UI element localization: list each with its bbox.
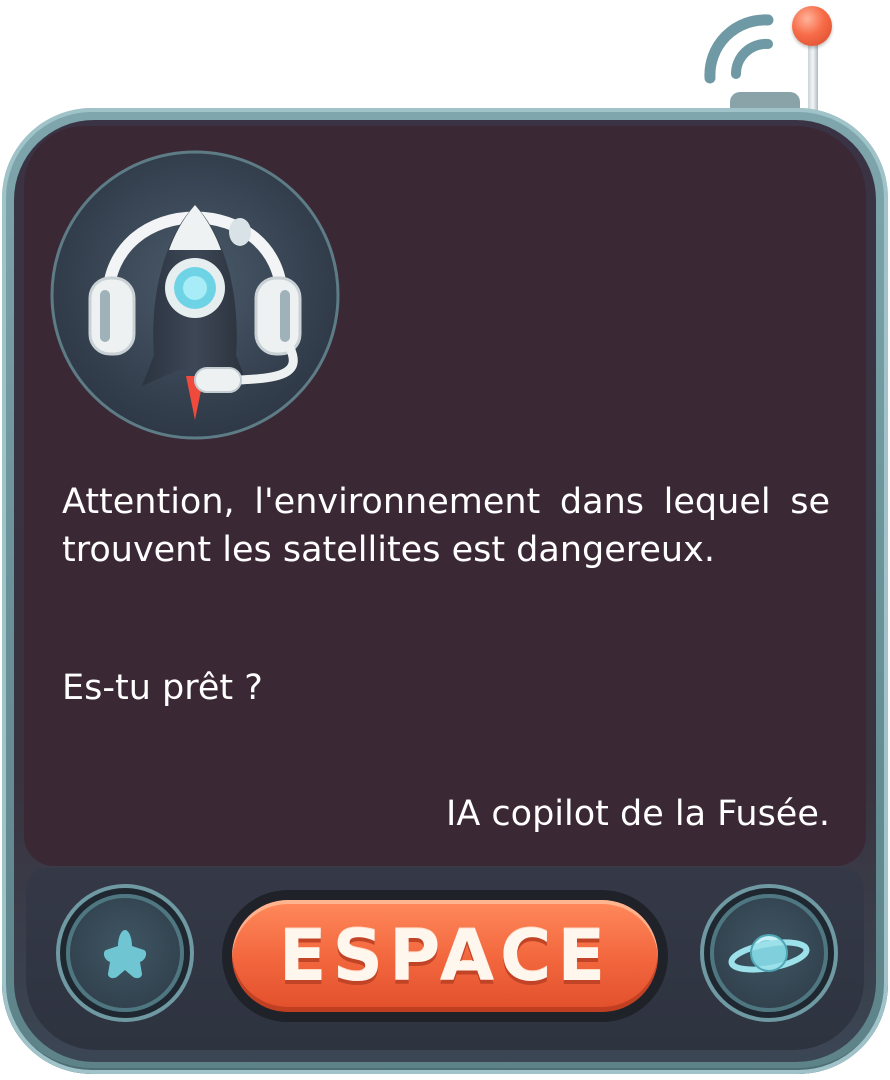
- planet-button[interactable]: [710, 894, 828, 1012]
- dialog-signature: IA copilot de la Fusée.: [446, 794, 830, 834]
- dialog-question: Es-tu prêt ?: [62, 668, 263, 708]
- antenna-light: [792, 6, 832, 46]
- espace-button-face: ESPACE: [232, 900, 658, 1012]
- star-button[interactable]: [66, 894, 184, 1012]
- dialog-message: Attention, l'environnement dans lequel s…: [62, 482, 830, 570]
- planet-icon: [728, 934, 810, 973]
- rocket-headset-icon: [50, 150, 340, 440]
- copilot-radio-panel: Attention, l'environnement dans lequel s…: [0, 0, 890, 1080]
- star-icon: [103, 930, 147, 979]
- espace-button[interactable]: ESPACE: [222, 890, 668, 1022]
- espace-button-label: ESPACE: [278, 915, 612, 997]
